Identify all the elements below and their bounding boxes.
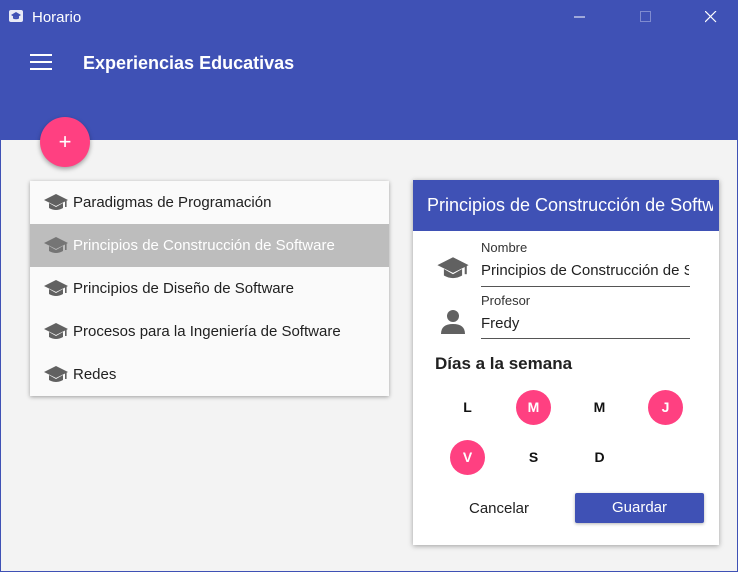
day-toggle-j[interactable]: J — [648, 390, 683, 425]
day-toggle-m[interactable]: M — [516, 390, 551, 425]
list-item[interactable]: Principios de Diseño de Software — [30, 267, 389, 310]
list-item[interactable]: Principios de Construcción de Software — [30, 224, 389, 267]
add-course-button[interactable]: + — [40, 117, 90, 167]
list-item[interactable]: Paradigmas de Programación — [30, 181, 389, 224]
day-toggle-l[interactable]: L — [450, 390, 485, 425]
app-bar: Experiencias Educativas — [1, 33, 737, 140]
profesor-underline — [481, 338, 690, 339]
day-toggle-m2[interactable]: M — [582, 390, 617, 425]
maximize-icon — [640, 11, 651, 22]
save-button[interactable]: Guardar — [575, 493, 704, 523]
nombre-field[interactable]: Principios de Construcción de Software — [481, 262, 689, 279]
graduation-cap-icon — [437, 257, 469, 279]
course-name: Redes — [73, 366, 117, 383]
profesor-field[interactable]: Fredy — [481, 315, 689, 332]
profesor-label: Profesor — [481, 293, 531, 308]
minimize-button[interactable] — [557, 1, 603, 33]
detail-title: Principios de Construcción de Software — [427, 195, 713, 215]
page-title: Experiencias Educativas — [83, 53, 295, 73]
day-toggle-s[interactable]: S — [516, 440, 551, 475]
day-toggle-v[interactable]: V — [450, 440, 485, 475]
course-name: Paradigmas de Programación — [73, 194, 272, 211]
course-name: Procesos para la Ingeniería de Software — [73, 323, 341, 340]
course-list: Paradigmas de Programación Principios de… — [30, 181, 389, 396]
close-button[interactable] — [688, 1, 734, 33]
graduation-cap-icon — [9, 10, 23, 22]
window-title: Horario — [32, 9, 82, 26]
maximize-button[interactable] — [623, 1, 669, 33]
close-icon — [705, 11, 717, 23]
add-icon: + — [58, 129, 72, 154]
app-window: Horario Experiencias Educativas + Paradi… — [0, 0, 738, 572]
cancel-button[interactable]: Cancelar — [457, 494, 541, 524]
course-name: Principios de Diseño de Software — [73, 280, 294, 297]
graduation-cap-icon — [44, 194, 68, 210]
course-detail-card: Principios de Construcción de Software N… — [413, 180, 719, 545]
day-toggle-d[interactable]: D — [582, 440, 617, 475]
graduation-cap-icon — [44, 366, 68, 382]
nombre-underline — [481, 286, 690, 287]
graduation-cap-icon — [44, 237, 68, 253]
graduation-cap-icon — [44, 280, 68, 296]
minimize-icon — [574, 16, 585, 18]
person-icon — [441, 310, 465, 334]
hamburger-menu-icon[interactable] — [30, 54, 52, 72]
list-item[interactable]: Procesos para la Ingeniería de Software — [30, 310, 389, 353]
detail-header: Principios de Construcción de Software — [413, 180, 719, 231]
course-name: Principios de Construcción de Software — [73, 237, 335, 254]
list-item[interactable]: Redes — [30, 353, 389, 396]
days-title: Días a la semana — [435, 354, 573, 373]
title-bar[interactable]: Horario — [1, 1, 737, 33]
graduation-cap-icon — [44, 323, 68, 339]
nombre-label: Nombre — [481, 240, 528, 255]
